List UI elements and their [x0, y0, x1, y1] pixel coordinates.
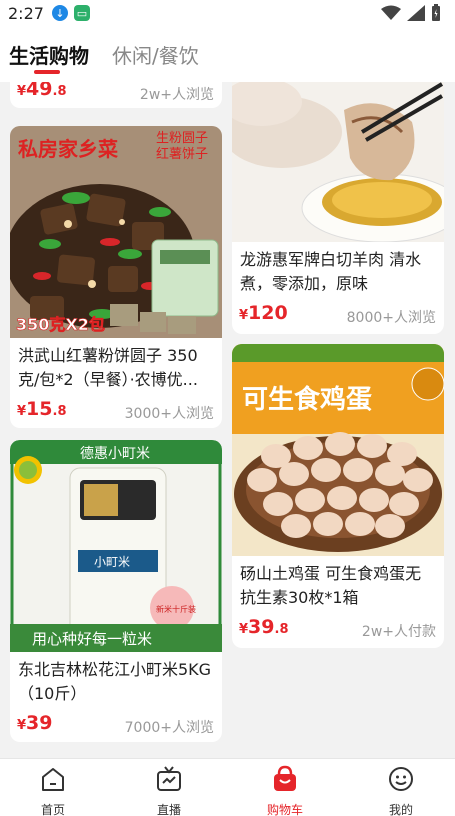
image-sub1-text: 生粉圆子: [156, 131, 208, 146]
product-card[interactable]: 可生食鸡蛋 砀山土鸡蛋 可生食鸡蛋无抗生素30枚*1箱 ¥39.8 2w+人付款: [232, 344, 444, 648]
product-views: 3000+人浏览: [124, 406, 214, 422]
bottom-nav: 首页 直播 购物车 我的: [0, 758, 455, 816]
image-badge-text: 新米十斤装: [156, 604, 196, 614]
product-image: 可生食鸡蛋: [232, 344, 444, 556]
nav-profile[interactable]: 我的: [356, 759, 446, 816]
status-bar: 2:27 ↓ ▭: [0, 0, 455, 26]
image-weight-text: 350克X2包: [16, 315, 105, 334]
product-title: 龙游惠军牌白切羊肉 清水煮，零添加，原味: [240, 250, 422, 293]
app-notification-icon: ▭: [73, 5, 90, 21]
tab-leisure-dining[interactable]: 休闲/餐饮: [112, 40, 199, 69]
nav-label: 直播: [156, 803, 181, 816]
product-card[interactable]: 德惠小町米 小町米 新米十斤装 用心种好每一粒米 东北吉林松花江小町米5KG（1…: [10, 440, 222, 742]
product-title: 洪武山红薯粉饼圆子 350克/包*2（早餐）·农博优...: [18, 346, 198, 389]
product-feed[interactable]: ¥49.8 2w+人浏览 私房家乡菜 生粉圆子 红薯饼子 350克X2包 洪武山…: [0, 82, 455, 758]
product-price: ¥15.8: [17, 398, 67, 420]
nav-label: 首页: [40, 803, 65, 816]
wifi-icon: [381, 5, 401, 20]
product-card[interactable]: ¥49.8 2w+人浏览: [10, 82, 222, 108]
tv-icon: [157, 766, 181, 791]
image-sub2-text: 红薯饼子: [156, 146, 208, 162]
image-brand-text: 私房家乡菜: [18, 137, 118, 161]
product-views: 2w+人浏览: [139, 87, 214, 103]
product-views: 7000+人浏览: [124, 720, 214, 736]
status-time: 2:27: [8, 3, 44, 23]
category-tabs: 生活购物 休闲/餐饮: [0, 26, 455, 82]
product-image: 私房家乡菜 生粉圆子 红薯饼子 350克X2包: [10, 126, 222, 338]
cart-icon: [274, 765, 296, 791]
download-icon: ↓: [51, 5, 68, 21]
tab-life-shopping[interactable]: 生活购物: [9, 40, 89, 69]
image-bag-text: 小町米: [94, 555, 130, 569]
product-price: ¥120: [239, 302, 288, 324]
image-box-text: 可生食鸡蛋: [242, 384, 372, 415]
nav-label: 购物车: [266, 803, 303, 816]
nav-label: 我的: [388, 803, 413, 816]
product-card[interactable]: 龙游惠军牌白切羊肉 清水煮，零添加，原味 ¥120 8000+人浏览: [232, 82, 444, 334]
product-title: 东北吉林松花江小町米5KG（10斤）: [18, 660, 212, 703]
nav-live[interactable]: 直播: [124, 759, 214, 816]
image-brand-text: 德惠小町米: [80, 446, 150, 462]
nav-cart[interactable]: 购物车: [240, 759, 330, 816]
tab-active-indicator: [34, 70, 60, 74]
product-image: 德惠小町米 小町米 新米十斤装 用心种好每一粒米: [10, 440, 222, 652]
product-image: [232, 82, 444, 242]
nav-home[interactable]: 首页: [8, 759, 98, 816]
image-slogan-text: 用心种好每一粒米: [32, 630, 152, 648]
product-price: ¥49.8: [17, 82, 67, 100]
product-card[interactable]: 私房家乡菜 生粉圆子 红薯饼子 350克X2包 洪武山红薯粉饼圆子 350克/包…: [10, 126, 222, 428]
signal-icon: [407, 5, 425, 21]
product-price: ¥39.8: [239, 616, 289, 638]
home-icon: [42, 768, 64, 791]
product-views: 2w+人付款: [361, 624, 436, 640]
profile-icon: [389, 767, 413, 791]
product-title: 砀山土鸡蛋 可生食鸡蛋无抗生素30枚*1箱: [240, 564, 422, 607]
product-price: ¥39: [17, 712, 53, 734]
battery-icon: [432, 4, 440, 21]
product-views: 8000+人浏览: [346, 310, 436, 326]
